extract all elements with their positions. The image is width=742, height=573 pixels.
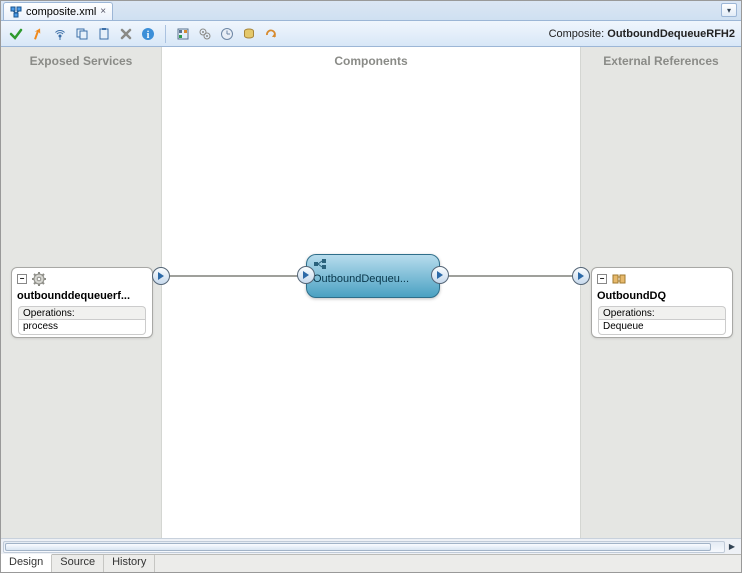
info-button[interactable]: i xyxy=(139,25,157,43)
collapse-icon[interactable]: − xyxy=(17,274,27,284)
exposed-service-box[interactable]: − outbounddequeuerf... Operations: proce… xyxy=(11,267,153,338)
exposed-service-name: outbounddequeuerf... xyxy=(12,290,152,304)
database-button[interactable] xyxy=(240,25,258,43)
gear-icon xyxy=(31,271,47,287)
config-button[interactable] xyxy=(196,25,214,43)
operations-header: Operations: xyxy=(598,306,726,319)
toolbar: i Composite: OutboundDequeueRFH2 xyxy=(1,21,741,47)
lane-external-references: External References − OutboundDQ Operati… xyxy=(581,47,741,538)
lane-exposed-services: Exposed Services − outbounddequeuerf... … xyxy=(1,47,161,538)
reference-name: OutboundDQ xyxy=(592,290,732,304)
tab-design[interactable]: Design xyxy=(1,554,52,572)
validate-button[interactable] xyxy=(7,25,25,43)
tablist-dropdown-button[interactable]: ▾ xyxy=(721,3,737,17)
canvas-body[interactable]: Exposed Services − outbounddequeuerf... … xyxy=(1,47,741,538)
svg-text:i: i xyxy=(147,30,150,41)
lane-header-references: External References xyxy=(581,47,741,75)
service-output-port[interactable] xyxy=(152,267,170,285)
editor-subtabs: Design Source History xyxy=(1,554,741,572)
scrollbar-thumb[interactable] xyxy=(5,543,711,551)
component-label: OutboundDequeu... xyxy=(313,273,433,285)
editor-tab-composite[interactable]: composite.xml × xyxy=(3,2,113,20)
delete-button[interactable] xyxy=(117,25,135,43)
composite-name: OutboundDequeueRFH2 xyxy=(607,28,735,40)
antenna-icon[interactable] xyxy=(51,25,69,43)
editor-tabbar: composite.xml × ▾ xyxy=(1,1,741,21)
external-reference-box[interactable]: − OutboundDQ Operations: Dequeue xyxy=(591,267,733,338)
scrollbar-track[interactable] xyxy=(3,541,725,553)
toolbar-separator xyxy=(165,25,166,43)
component-input-port[interactable] xyxy=(297,266,315,284)
close-icon[interactable]: × xyxy=(100,6,106,17)
component-node[interactable]: OutboundDequeu... xyxy=(306,254,440,298)
wire-component-to-reference[interactable] xyxy=(440,275,582,277)
operation-dequeue[interactable]: Dequeue xyxy=(598,319,726,335)
composite-name-label: Composite: OutboundDequeueRFH2 xyxy=(549,28,735,40)
composite-canvas: Exposed Services − outbounddequeuerf... … xyxy=(1,47,741,554)
operation-process[interactable]: process xyxy=(18,319,146,335)
copy-button[interactable] xyxy=(73,25,91,43)
tab-history[interactable]: History xyxy=(104,555,155,572)
paste-button[interactable] xyxy=(95,25,113,43)
redo-button[interactable] xyxy=(262,25,280,43)
quickfix-button[interactable] xyxy=(29,25,47,43)
horizontal-scrollbar[interactable]: ▶ xyxy=(1,538,741,554)
adapter-icon xyxy=(611,271,627,287)
editor-tab-label: composite.xml xyxy=(26,6,96,18)
reference-input-port[interactable] xyxy=(572,267,590,285)
component-output-port[interactable] xyxy=(431,266,449,284)
bpel-icon xyxy=(313,258,433,273)
scroll-right-icon[interactable]: ▶ xyxy=(725,541,739,553)
collapse-icon[interactable]: − xyxy=(597,274,607,284)
palette-button[interactable] xyxy=(174,25,192,43)
clock-button[interactable] xyxy=(218,25,236,43)
tab-source[interactable]: Source xyxy=(52,555,104,572)
composite-file-icon xyxy=(10,6,22,18)
operations-header: Operations: xyxy=(18,306,146,319)
lane-components: Components OutboundDequeu... xyxy=(161,47,581,538)
lane-header-components: Components xyxy=(162,47,580,75)
composite-label-prefix: Composite: xyxy=(549,28,605,40)
lane-header-exposed: Exposed Services xyxy=(1,47,161,75)
wire-service-to-component[interactable] xyxy=(162,275,305,277)
